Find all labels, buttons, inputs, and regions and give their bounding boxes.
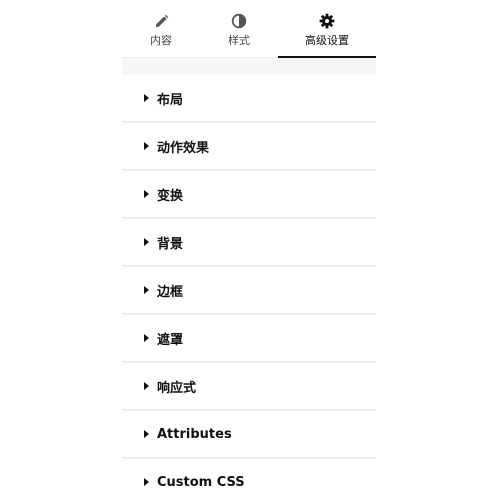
section-mask[interactable]: 遮罩 [122,315,376,363]
caret-right-icon [144,190,149,198]
caret-right-icon [144,286,149,294]
section-title: 边框 [157,284,184,300]
caret-right-icon [144,478,149,486]
tab-advanced[interactable]: 高级设置 [278,0,376,59]
tabs-separator [122,58,376,75]
caret-right-icon [144,430,149,438]
pencil-icon [153,13,169,29]
section-title: 背景 [157,236,184,252]
section-title: 动作效果 [157,140,210,156]
caret-right-icon [144,142,149,150]
caret-right-icon [144,94,149,102]
section-custom-css[interactable]: Custom CSS [122,459,376,500]
section-layout[interactable]: 布局 [122,75,376,123]
section-transform[interactable]: 变换 [122,171,376,219]
section-motion-effects[interactable]: 动作效果 [122,123,376,171]
section-title: Custom CSS [157,474,245,490]
caret-right-icon [144,334,149,342]
section-title: 遮罩 [157,332,184,348]
section-title: Attributes [157,426,232,442]
section-title: 变换 [157,188,184,204]
section-attributes[interactable]: Attributes [122,411,376,459]
section-responsive[interactable]: 响应式 [122,363,376,411]
tab-style[interactable]: 样式 [200,0,278,58]
panel-tabs: 内容 样式 高级设置 [122,0,376,59]
tab-content-label: 内容 [150,34,172,47]
tab-content[interactable]: 内容 [122,0,200,58]
section-title: 响应式 [157,380,197,396]
section-border[interactable]: 边框 [122,267,376,315]
section-background[interactable]: 背景 [122,219,376,267]
section-list: 布局 动作效果 变换 背景 边框 遮罩 响应式 Attributes Custo… [122,75,376,500]
section-title: 布局 [157,92,184,108]
caret-right-icon [144,382,149,390]
caret-right-icon [144,238,149,246]
editor-panel: 内容 样式 高级设置 布局 动作效果 变换 背景 边框 遮罩 响应式 Attri… [122,0,376,500]
tab-style-label: 样式 [228,34,250,47]
tab-advanced-label: 高级设置 [305,34,349,47]
contrast-icon [231,13,247,29]
gear-icon [319,13,335,29]
